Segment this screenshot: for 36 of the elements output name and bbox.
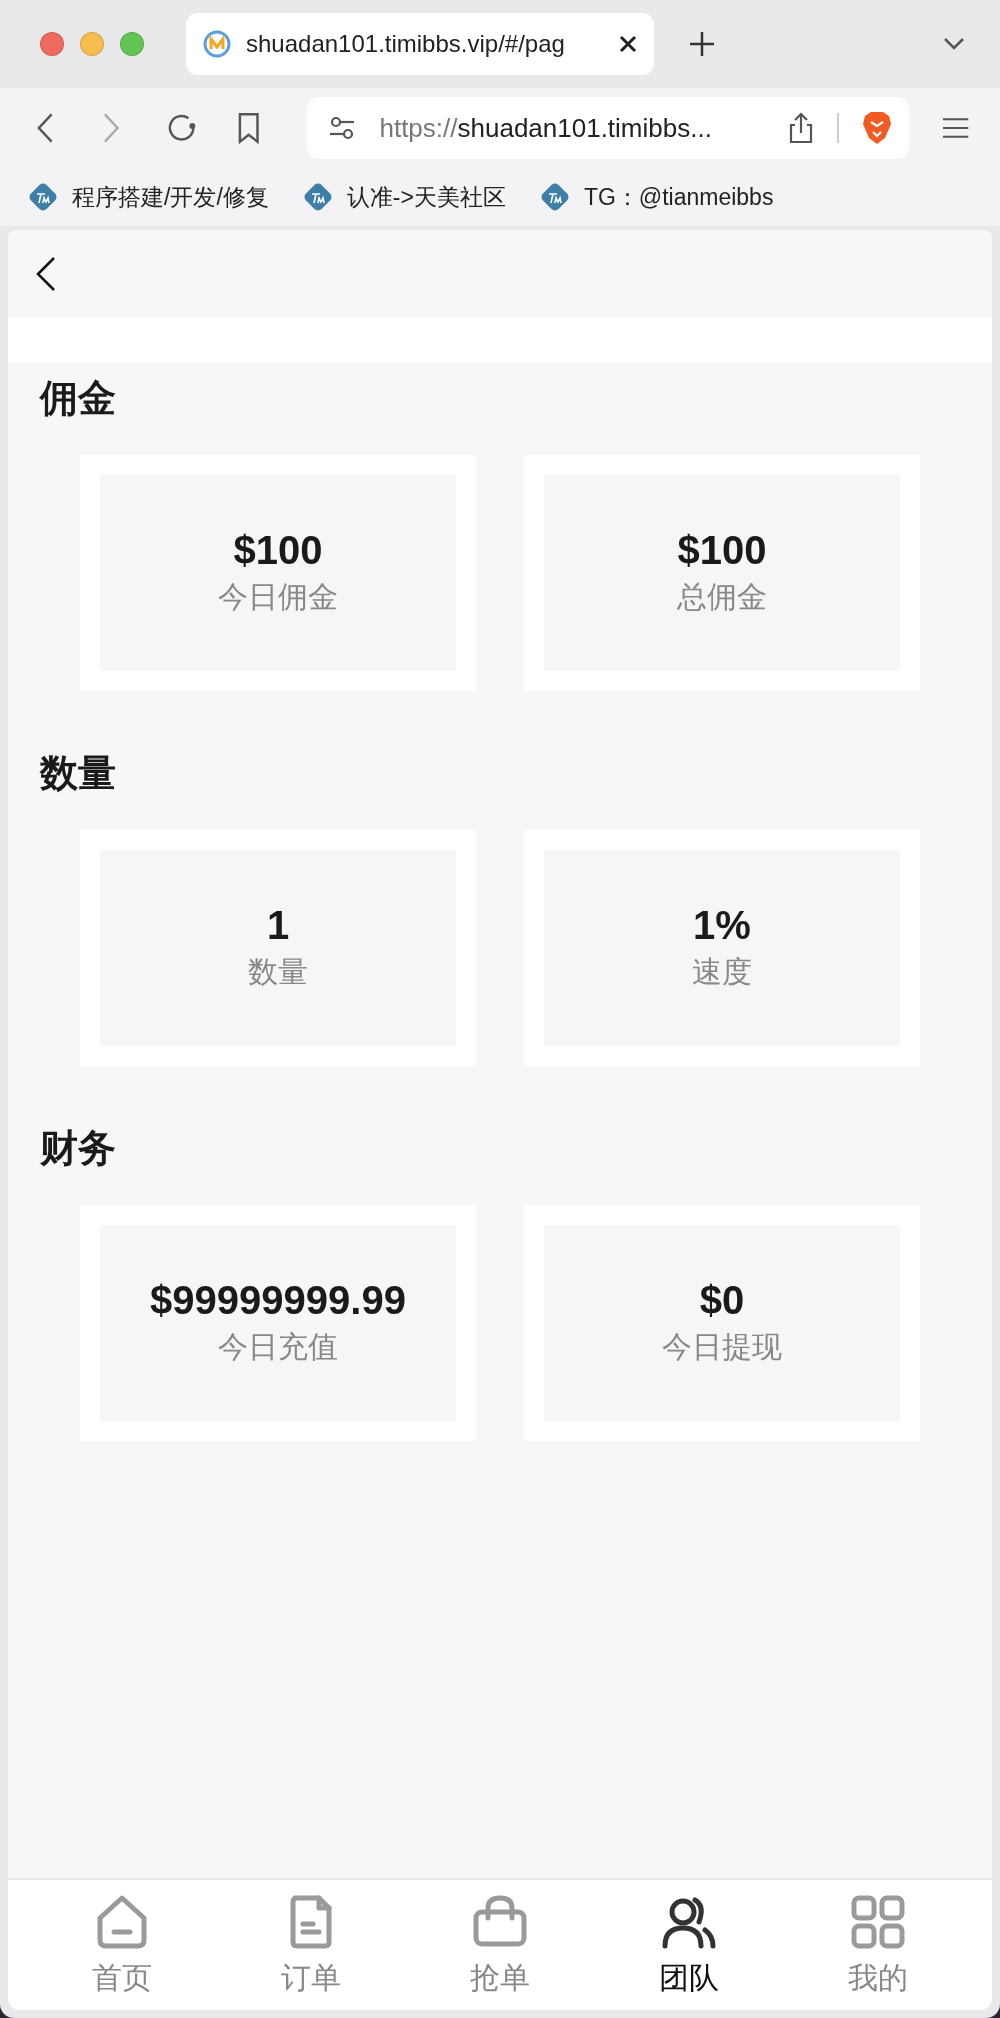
chevron-down-icon[interactable]	[942, 36, 966, 52]
nav-tab[interactable]: 订单	[241, 1891, 382, 1999]
close-window-icon[interactable]	[40, 32, 64, 56]
stat-label: 数量	[248, 954, 308, 990]
stat-value: 1	[266, 903, 290, 948]
nav-tab[interactable]: 首页	[52, 1891, 193, 1999]
bookmark-link[interactable]: 认准->天美社区	[302, 181, 506, 213]
menu-icon[interactable]	[940, 116, 970, 140]
bookmark-link[interactable]: 程序搭建/开发/修复	[28, 181, 269, 213]
lion-shield-icon[interactable]	[860, 110, 893, 146]
stat-label: 今日提现	[662, 1329, 782, 1365]
bookmark-icon[interactable]	[236, 111, 262, 145]
stat-label: 今日佣金	[218, 579, 338, 615]
close-icon[interactable]	[618, 34, 638, 54]
stat-value: 1%	[693, 903, 751, 948]
address-bar[interactable]: https://shuadan101.timibbs...	[307, 97, 909, 159]
stat-value: $0	[699, 1278, 745, 1323]
new-tab-icon[interactable]	[688, 30, 716, 58]
stat-value: $100	[233, 528, 323, 573]
nav-tab[interactable]: 我的	[807, 1891, 948, 1999]
back-icon[interactable]	[34, 254, 58, 293]
nav-tab[interactable]: 团队	[618, 1891, 759, 1999]
browser-tab[interactable]: shuadan101.timibbs.vip/#/pag	[186, 13, 654, 75]
section-title: 数量	[40, 752, 117, 795]
stat-label: 今日充值	[218, 1329, 338, 1365]
stat-value: $99999999.99	[150, 1278, 406, 1323]
bookmark-link[interactable]: TG：@tianmeibbs	[539, 181, 774, 213]
stat-value: $100	[677, 528, 767, 573]
nav-tab[interactable]: 抢单	[430, 1891, 570, 1999]
tab-title: shuadan101.timibbs.vip/#/pag	[246, 30, 566, 58]
url-text: https://shuadan101.timibbs...	[379, 112, 713, 144]
stat-label: 速度	[692, 954, 752, 990]
section-title: 佣金	[40, 377, 117, 420]
site-favicon-icon	[202, 29, 232, 59]
stat-label: 总佣金	[677, 579, 767, 615]
section-title: 财务	[40, 1127, 117, 1170]
